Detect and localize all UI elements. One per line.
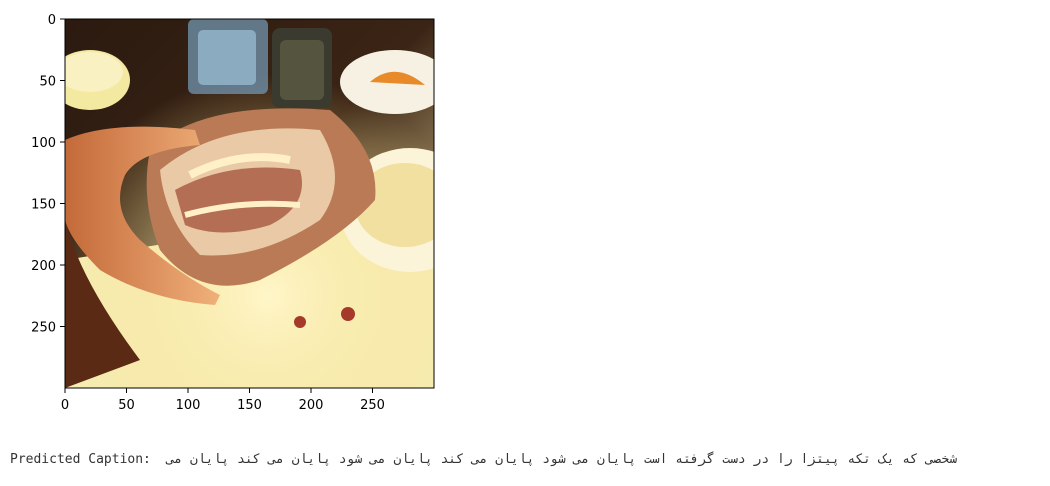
caption-text: شخصی که یک تکه پیتزا را در دست گرفته است… <box>166 452 958 467</box>
x-tick-label: 0 <box>61 398 69 413</box>
y-tick-label: 0 <box>48 13 56 28</box>
x-tick-label: 200 <box>299 398 324 413</box>
x-axis: 0 50 100 150 200 250 <box>61 388 385 413</box>
figure: 0 50 100 150 200 250 0 50 100 150 200 25… <box>31 13 435 413</box>
predicted-caption: Predicted Caption: شخصی که یک تکه پیتزا … <box>10 452 957 467</box>
y-tick-label: 150 <box>31 198 56 213</box>
y-tick-label: 200 <box>31 259 56 274</box>
y-tick-label: 250 <box>31 321 56 336</box>
photo <box>65 19 434 388</box>
x-tick-label: 250 <box>360 398 385 413</box>
y-tick-label: 100 <box>31 136 56 151</box>
x-tick-label: 50 <box>118 398 135 413</box>
x-tick-label: 100 <box>176 398 201 413</box>
y-tick-label: 50 <box>39 75 56 90</box>
caption-label: Predicted Caption: <box>10 452 151 467</box>
x-tick-label: 150 <box>237 398 262 413</box>
y-axis: 0 50 100 150 200 250 <box>31 13 65 336</box>
